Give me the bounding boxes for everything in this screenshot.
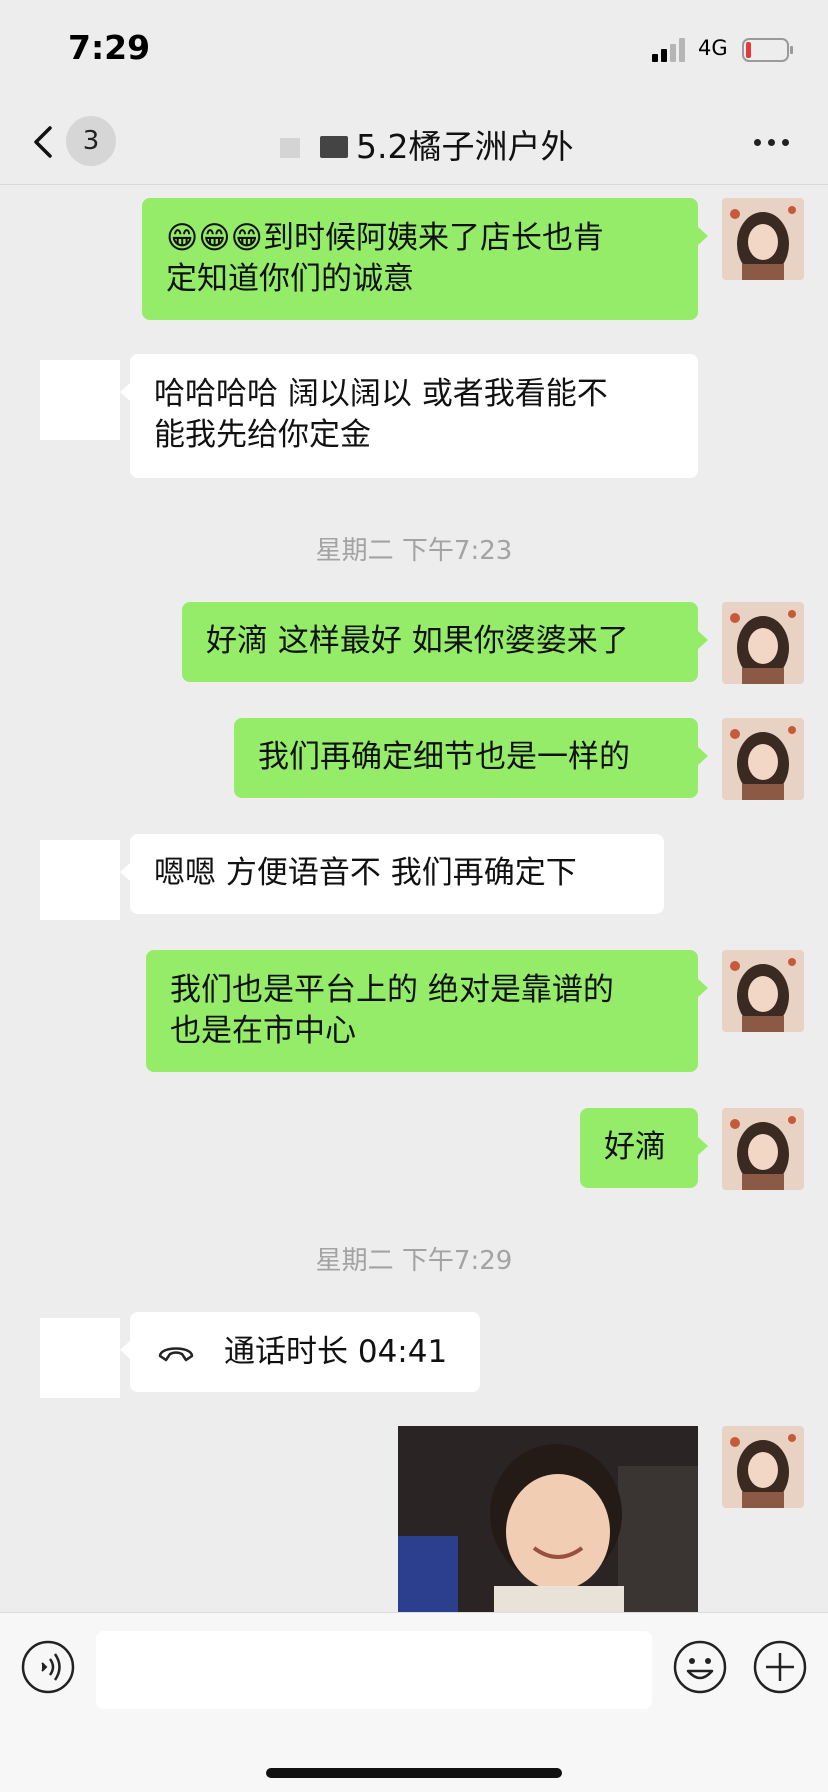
message-text: 定知道你们的诚意 [166,261,414,297]
chat-screen: 7:29 4G 3 5.2橘子洲户外 😁😁😁到时候阿姨来了店长也肯 定知道你们的… [0,0,828,1792]
avatar-image [722,950,804,1032]
message-bubble-received[interactable]: 哈哈哈哈 阔以阔以 或者我看能不 能我先给你定金 [120,354,698,478]
chat-title: 5.2橘子洲户外 [356,127,574,166]
avatar[interactable] [722,950,804,1032]
photo-thumbnail [398,1426,698,1612]
nav-bar: 3 5.2橘子洲户外 [0,100,828,185]
back-button[interactable]: 3 [22,114,142,170]
call-duration-text: 通话时长 04:41 [224,1334,448,1370]
redacted-mark [320,136,348,158]
message-input[interactable] [96,1631,652,1709]
call-record-bubble[interactable]: 通话时长 04:41 [120,1312,480,1392]
message-text: 我们再确定细节也是一样的 [258,739,630,775]
status-time: 7:29 [68,28,151,67]
avatar-image [722,602,804,684]
message-text: 我们也是平台上的 绝对是靠谱的 [170,972,614,1008]
more-dots-icon [768,139,775,146]
avatar-image [722,1108,804,1190]
more-dots-icon [782,139,789,146]
message-text: 好滴 这样最好 如果你婆婆来了 [206,623,629,659]
signal-icon [652,38,685,62]
more-options-button[interactable] [744,122,800,162]
avatar-image [722,1426,804,1508]
message-bubble-sent[interactable]: 我们再确定细节也是一样的 [234,718,708,798]
avatar[interactable] [722,1426,804,1508]
message-bubble-sent[interactable]: 好滴 [580,1108,708,1188]
message-bubble-sent[interactable]: 好滴 这样最好 如果你婆婆来了 [182,602,708,682]
avatar[interactable] [40,360,120,440]
message-text: 哈哈哈哈 阔以阔以 或者我看能不 [154,376,608,412]
message-text: 能我先给你定金 [154,417,371,453]
timestamp: 星期二 下午7:23 [315,536,513,566]
network-label: 4G [698,36,728,60]
phone-hangup-icon [158,1347,194,1362]
message-text: 也是在市中心 [170,1013,356,1049]
timestamp: 星期二 下午7:29 [315,1246,513,1276]
status-bar: 7:29 4G [0,0,828,100]
message-bubble-received[interactable]: 嗯嗯 方便语音不 我们再确定下 [120,834,664,914]
input-bar [0,1612,828,1792]
redacted-mark [280,138,300,158]
message-text: 😁😁😁到时候阿姨来了店长也肯 [166,220,604,256]
avatar[interactable] [722,198,804,280]
plus-icon[interactable] [752,1639,808,1695]
avatar[interactable] [40,1318,120,1398]
more-dots-icon [754,139,761,146]
avatar-image [722,198,804,280]
avatar[interactable] [40,840,120,920]
message-bubble-sent[interactable]: 😁😁😁到时候阿姨来了店长也肯 定知道你们的诚意 [142,198,708,320]
chevron-left-icon [34,126,52,158]
voice-icon[interactable] [20,1639,76,1695]
photo-message[interactable] [398,1426,698,1612]
message-text: 嗯嗯 方便语音不 我们再确定下 [154,855,577,891]
emoji-icon[interactable] [672,1639,728,1695]
battery-icon [742,38,793,62]
avatar[interactable] [722,602,804,684]
avatar[interactable] [722,1108,804,1190]
message-text: 好滴 [604,1129,666,1165]
avatar-image [722,718,804,800]
home-indicator [266,1768,562,1778]
message-bubble-sent[interactable]: 我们也是平台上的 绝对是靠谱的 也是在市中心 [146,950,708,1072]
avatar[interactable] [722,718,804,800]
unread-count-badge: 3 [66,116,116,166]
